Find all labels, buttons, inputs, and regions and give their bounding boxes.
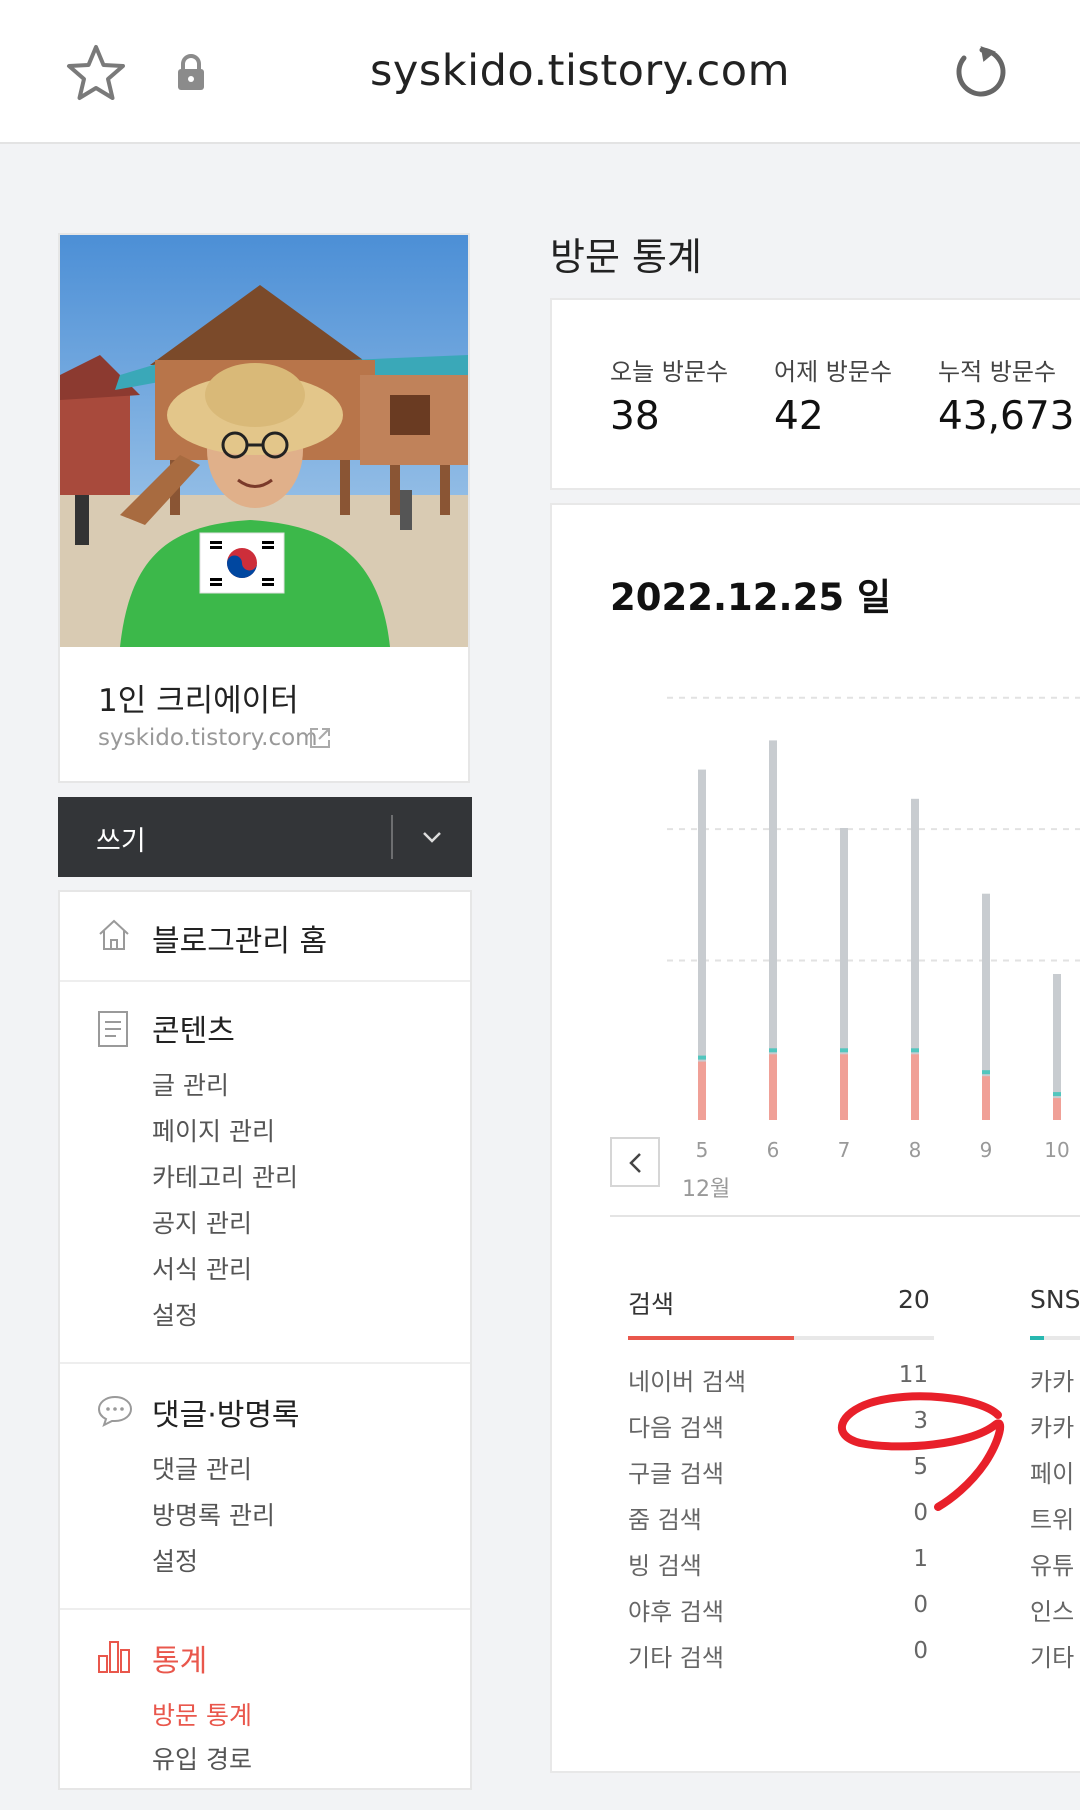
chart-month-label: 12월 — [682, 1177, 731, 1202]
menu-comments-settings[interactable]: 설정 — [152, 1542, 198, 1578]
x-tick-label: 8 — [909, 1138, 922, 1162]
write-button[interactable]: 쓰기 — [58, 797, 472, 877]
daily-visits-chart-card: 2022.12.25 일 5 6 7 8 9 10 12월 — [550, 503, 1080, 1773]
tab-search-underline — [628, 1336, 794, 1340]
total-visits-value: 43,673 — [938, 394, 1075, 439]
admin-sidebar-menu: 블로그관리 홈 콘텐츠 글 관리 페이지 관리 카테고리 관리 공지 관리 서식… — [58, 890, 472, 1790]
external-link-icon[interactable] — [308, 726, 332, 750]
search-visits-bar[interactable] — [840, 1054, 848, 1120]
menu-home-label[interactable]: 블로그관리 홈 — [152, 916, 327, 960]
search-source-label: 줌 검색 — [628, 1506, 702, 1534]
sns-visits-marker — [1053, 1092, 1061, 1097]
write-label: 쓰기 — [96, 826, 146, 857]
menu-content-label[interactable]: 콘텐츠 — [152, 1006, 235, 1050]
menu-content-settings[interactable]: 설정 — [152, 1296, 198, 1332]
sns-visits-marker — [982, 1070, 990, 1075]
x-tick-label: 7 — [838, 1138, 851, 1162]
chart-prev-button[interactable] — [610, 1137, 660, 1187]
blog-name[interactable]: 1인 크리에이터 — [98, 675, 299, 720]
blog-url-link[interactable]: syskido.tistory.com — [98, 725, 318, 751]
menu-inflow-path[interactable]: 유입 경로 — [152, 1740, 252, 1776]
today-visits-label: 오늘 방문수 — [610, 358, 729, 386]
bar-chart-icon — [98, 1641, 130, 1673]
menu-page-manage[interactable]: 페이지 관리 — [152, 1112, 275, 1148]
sns-visits-marker — [840, 1048, 848, 1053]
menu-stats-section: 통계 방문 통계 유입 경로 — [60, 1610, 470, 1810]
search-source-value: 1 — [913, 1546, 928, 1572]
sns-source-label: 기타 — [1030, 1644, 1075, 1672]
search-source-label: 다음 검색 — [628, 1414, 724, 1442]
search-visits-bar[interactable] — [698, 1061, 706, 1120]
sns-source-label: 카카 — [1030, 1368, 1075, 1396]
tab-sns-track — [1044, 1336, 1080, 1340]
search-visits-bar[interactable] — [1053, 1098, 1061, 1120]
yesterday-visits-value: 42 — [774, 394, 824, 439]
search-source-label: 야후 검색 — [628, 1598, 724, 1626]
menu-guestbook-manage[interactable]: 방명록 관리 — [152, 1496, 275, 1532]
lock-icon[interactable] — [176, 54, 206, 92]
chart-divider — [610, 1215, 1080, 1217]
sns-visits-marker — [698, 1055, 706, 1060]
yesterday-visits-label: 어제 방문수 — [774, 358, 893, 386]
x-tick-label: 6 — [767, 1138, 780, 1162]
search-source-value: 0 — [913, 1638, 928, 1664]
search-source-label: 빙 검색 — [628, 1552, 702, 1580]
menu-comments-label[interactable]: 댓글·방명록 — [152, 1390, 300, 1434]
document-icon — [98, 1011, 128, 1047]
tab-search[interactable]: 검색 — [628, 1285, 674, 1321]
reload-icon[interactable] — [952, 44, 1008, 100]
visits-bar-chart: 5 6 7 8 9 10 — [667, 696, 1080, 1162]
search-visits-bar[interactable] — [911, 1054, 919, 1120]
red-circle-annotation — [837, 1392, 1005, 1511]
tab-sns[interactable]: SNS — [1030, 1285, 1080, 1314]
write-divider — [391, 815, 393, 859]
home-icon — [99, 919, 129, 950]
search-source-label: 기타 검색 — [628, 1644, 724, 1672]
address-bar-url[interactable]: syskido.tistory.com — [300, 46, 860, 96]
blog-profile-card: 1인 크리에이터 syskido.tistory.com — [58, 233, 470, 783]
x-tick-label: 10 — [1044, 1138, 1069, 1162]
menu-comments-section: 댓글·방명록 댓글 관리 방명록 관리 설정 — [60, 1364, 470, 1610]
browser-toolbar: syskido.tistory.com — [0, 0, 1080, 144]
chevron-left-icon — [629, 1153, 641, 1173]
chevron-down-icon[interactable] — [420, 825, 444, 849]
sns-source-label: 트위 — [1030, 1506, 1075, 1534]
sns-source-label: 페이 — [1030, 1460, 1075, 1488]
menu-content-section: 콘텐츠 글 관리 페이지 관리 카테고리 관리 공지 관리 서식 관리 설정 — [60, 982, 470, 1364]
search-source-value: 0 — [913, 1592, 928, 1618]
sns-source-label: 유튜 — [1030, 1552, 1075, 1580]
menu-visit-stats[interactable]: 방문 통계 — [152, 1696, 252, 1732]
page-title: 방문 통계 — [550, 235, 702, 279]
today-visits-value: 38 — [610, 394, 660, 439]
menu-category-manage[interactable]: 카테고리 관리 — [152, 1158, 298, 1194]
menu-format-manage[interactable]: 서식 관리 — [152, 1250, 252, 1286]
sns-visits-marker — [769, 1048, 777, 1053]
star-icon[interactable] — [66, 44, 126, 102]
visitor-summary-card: 오늘 방문수 38 어제 방문수 42 누적 방문수 43,673 — [550, 298, 1080, 490]
sns-visits-marker — [911, 1048, 919, 1053]
menu-notice-manage[interactable]: 공지 관리 — [152, 1204, 252, 1240]
search-visits-bar[interactable] — [769, 1054, 777, 1120]
tab-search-count: 20 — [898, 1285, 930, 1314]
menu-home-section[interactable]: 블로그관리 홈 — [60, 892, 470, 982]
menu-stats-label[interactable]: 통계 — [152, 1636, 207, 1680]
profile-photo — [60, 235, 468, 647]
tab-sns-underline — [1030, 1336, 1044, 1340]
x-tick-label: 9 — [980, 1138, 993, 1162]
total-visits-label: 누적 방문수 — [938, 358, 1057, 386]
menu-comment-manage[interactable]: 댓글 관리 — [152, 1450, 252, 1486]
search-visits-bar[interactable] — [982, 1076, 990, 1120]
sns-source-label: 카카 — [1030, 1414, 1075, 1442]
x-tick-label: 5 — [696, 1138, 709, 1162]
speech-bubble-icon — [97, 1395, 133, 1427]
search-source-label: 구글 검색 — [628, 1460, 724, 1488]
sns-source-label: 인스 — [1030, 1598, 1075, 1626]
menu-post-manage[interactable]: 글 관리 — [152, 1066, 229, 1102]
search-source-label: 네이버 검색 — [628, 1368, 747, 1396]
